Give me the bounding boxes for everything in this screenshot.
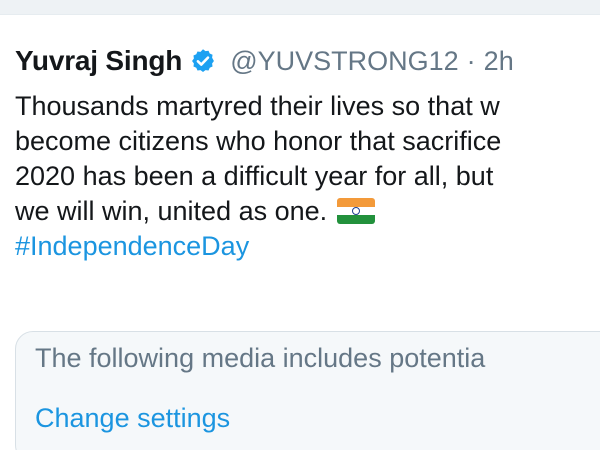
meta-separator: · — [466, 45, 476, 76]
hashtag-link[interactable]: #IndependenceDay — [15, 229, 600, 264]
sensitive-media-text: The following media includes potentia — [35, 343, 486, 373]
verified-badge-icon — [190, 48, 216, 74]
tweet-text-line: become citizens who honor that sacrifice — [15, 126, 502, 156]
india-flag-icon — [337, 198, 376, 224]
tweet-timestamp[interactable]: 2h — [484, 46, 514, 77]
tweet-text-line: 2020 has been a difficult year for all, … — [15, 161, 494, 191]
author-name[interactable]: Yuvraj Singh — [15, 45, 182, 77]
author-handle[interactable]: @YUVSTRONG12 — [230, 46, 458, 77]
tweet-body: Thousands martyred their lives so that w… — [15, 89, 600, 264]
tweet-text-line-with-flag: we will win, united as one. — [15, 194, 600, 229]
change-settings-link[interactable]: Change settings — [35, 401, 230, 436]
tweet-card[interactable]: Yuvraj Singh @YUVSTRONG12 · 2h Thousands… — [0, 15, 600, 450]
timeline-top-divider — [0, 0, 600, 15]
tweet-header: Yuvraj Singh @YUVSTRONG12 · 2h — [15, 41, 514, 81]
tweet-text-line: Thousands martyred their lives so that w — [15, 91, 500, 121]
tweet-text-line: we will win, united as one. — [15, 196, 328, 226]
